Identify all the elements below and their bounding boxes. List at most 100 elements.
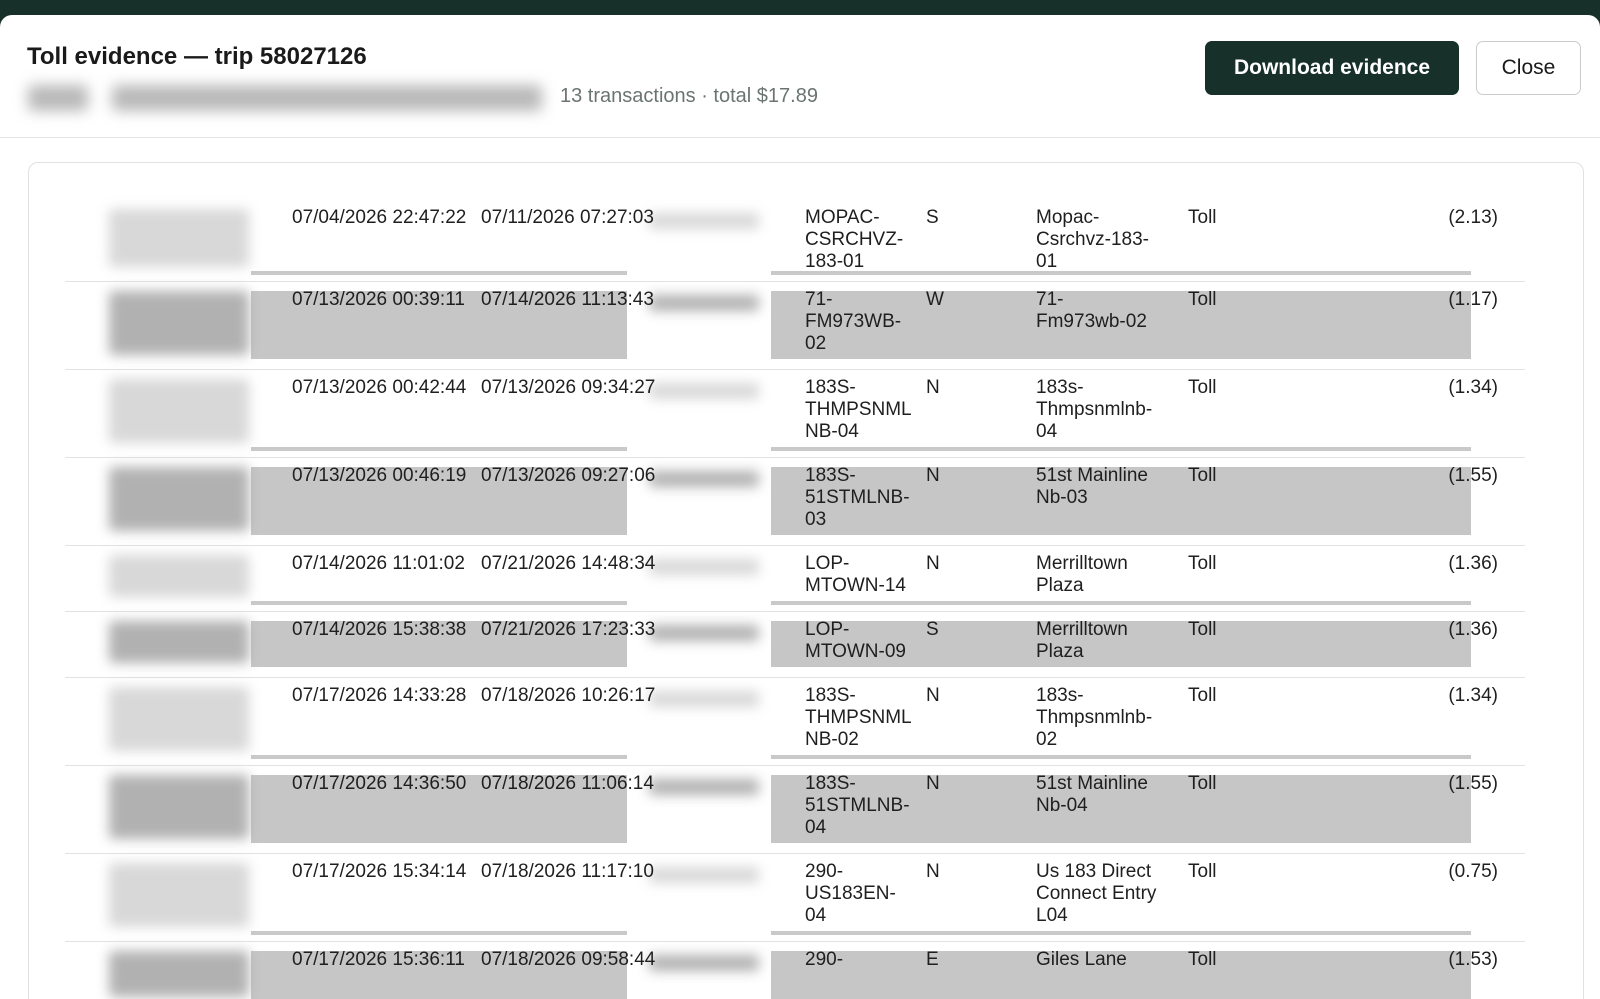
direction-cell: N <box>926 861 940 882</box>
location-cell: Us 183 Direct Connect Entry L04 <box>1036 861 1157 926</box>
entry-time-cell: 07/13/2026 00:42:44 <box>292 377 467 398</box>
amount-cell: (2.13) <box>1448 207 1498 228</box>
posted-time-cell: 07/21/2026 17:23:33 <box>481 619 656 640</box>
posted-time-cell: 07/14/2026 11:13:43 <box>481 289 654 310</box>
redacted-cell <box>649 383 759 399</box>
amount-cell: (1.55) <box>1448 773 1498 794</box>
toll-evidence-dialog: Toll evidence — trip 58027126 13 transac… <box>0 15 1600 999</box>
location-cell: 51st Mainline Nb-03 <box>1036 465 1148 508</box>
redacted-cell <box>649 625 759 641</box>
entry-time-cell: 07/04/2026 22:47:22 <box>292 207 467 228</box>
amount-cell: (1.53) <box>1448 949 1498 970</box>
posted-time-cell: 07/13/2026 09:27:06 <box>481 465 656 486</box>
direction-cell: N <box>926 773 940 794</box>
dialog-header: Toll evidence — trip 58027126 13 transac… <box>0 15 1600 138</box>
dialog-title: Toll evidence — trip 58027126 <box>27 43 367 70</box>
redacted-cell <box>109 379 249 443</box>
redacted-trip-details <box>28 85 88 111</box>
type-cell: Toll <box>1188 773 1217 794</box>
location-cell: 51st Mainline Nb-04 <box>1036 773 1148 816</box>
redacted-cell <box>649 779 759 795</box>
table-row: 07/17/2026 15:34:14 07/18/2026 11:17:10 29… <box>65 853 1525 942</box>
redacted-cell <box>109 555 249 597</box>
table-row: 07/17/2026 14:36:50 07/18/2026 11:06:14 18… <box>65 765 1525 854</box>
table-row: 07/13/2026 00:39:11 07/14/2026 11:13:43 71… <box>65 281 1525 370</box>
redacted-cell <box>109 621 249 663</box>
row-underline <box>771 447 1471 451</box>
redacted-cell <box>649 559 759 575</box>
redacted-cell <box>649 295 759 311</box>
direction-cell: N <box>926 465 940 486</box>
plaza-code-cell: 183S- 51STMLNB- 03 <box>805 465 910 530</box>
type-cell: Toll <box>1188 377 1217 398</box>
type-cell: Toll <box>1188 207 1217 228</box>
type-cell: Toll <box>1188 289 1217 310</box>
direction-cell: S <box>926 619 939 640</box>
amount-cell: (1.55) <box>1448 465 1498 486</box>
entry-time-cell: 07/17/2026 14:33:28 <box>292 685 467 706</box>
redacted-cell <box>649 955 759 971</box>
entry-time-cell: 07/17/2026 14:36:50 <box>292 773 467 794</box>
row-underline <box>251 271 627 275</box>
row-underline <box>251 601 627 605</box>
amount-cell: (1.34) <box>1448 685 1498 706</box>
posted-time-cell: 07/18/2026 11:17:10 <box>481 861 654 882</box>
direction-cell: E <box>926 949 939 970</box>
row-underline <box>771 755 1471 759</box>
type-cell: Toll <box>1188 861 1217 882</box>
plaza-code-cell: 183S- 51STMLNB- 04 <box>805 773 910 838</box>
plaza-code-cell: 290- <box>805 949 844 970</box>
row-underline <box>771 601 1471 605</box>
transactions-table: 07/04/2026 22:47:22 07/11/2026 07:27:03 MO… <box>28 162 1584 999</box>
redacted-cell <box>649 867 759 883</box>
redacted-cell <box>109 467 249 531</box>
type-cell: Toll <box>1188 949 1217 970</box>
row-underline <box>251 447 627 451</box>
location-cell: Merrilltown Plaza <box>1036 553 1128 596</box>
redacted-trip-details-2 <box>112 85 542 111</box>
redacted-cell <box>109 291 249 355</box>
redacted-cell <box>649 691 759 707</box>
plaza-code-cell: 183S- THMPSNML NB-04 <box>805 377 912 442</box>
plaza-code-cell: MOPAC- CSRCHVZ- 183-01 <box>805 207 904 272</box>
posted-time-cell: 07/13/2026 09:34:27 <box>481 377 656 398</box>
amount-cell: (1.36) <box>1448 619 1498 640</box>
type-cell: Toll <box>1188 619 1217 640</box>
type-cell: Toll <box>1188 553 1217 574</box>
posted-time-cell: 07/18/2026 09:58:44 <box>481 949 656 970</box>
entry-time-cell: 07/17/2026 15:36:11 <box>292 949 465 970</box>
redacted-cell <box>109 209 249 267</box>
entry-time-cell: 07/13/2026 00:46:19 <box>292 465 467 486</box>
transaction-summary: 13 transactions · total $17.89 <box>560 85 818 107</box>
posted-time-cell: 07/18/2026 10:26:17 <box>481 685 656 706</box>
plaza-code-cell: LOP- MTOWN-14 <box>805 553 906 596</box>
close-button[interactable]: Close <box>1476 41 1581 95</box>
direction-cell: N <box>926 685 940 706</box>
redacted-cell <box>109 863 249 927</box>
plaza-code-cell: 183S- THMPSNML NB-02 <box>805 685 912 750</box>
plaza-code-cell: 71- FM973WB- 02 <box>805 289 902 354</box>
table-row: 07/14/2026 11:01:02 07/21/2026 14:48:34 LO… <box>65 545 1525 612</box>
location-cell: 183s- Thmpsnmlnb- 02 <box>1036 685 1153 750</box>
entry-time-cell: 07/14/2026 11:01:02 <box>292 553 465 574</box>
row-underline <box>771 931 1471 935</box>
table-row: 07/13/2026 00:46:19 07/13/2026 09:27:06 18… <box>65 457 1525 546</box>
redacted-cell <box>109 775 249 839</box>
type-cell: Toll <box>1188 465 1217 486</box>
table-row: 07/14/2026 15:38:38 07/21/2026 17:23:33 LO… <box>65 611 1525 678</box>
table-row: 07/04/2026 22:47:22 07/11/2026 07:27:03 MO… <box>65 199 1525 282</box>
direction-cell: N <box>926 553 940 574</box>
posted-time-cell: 07/11/2026 07:27:03 <box>481 207 654 228</box>
download-evidence-button[interactable]: Download evidence <box>1205 41 1459 95</box>
direction-cell: W <box>926 289 944 310</box>
redacted-cell <box>109 687 249 751</box>
location-cell: Giles Lane <box>1036 949 1127 970</box>
direction-cell: S <box>926 207 939 228</box>
amount-cell: (1.17) <box>1448 289 1498 310</box>
posted-time-cell: 07/21/2026 14:48:34 <box>481 553 656 574</box>
redacted-cell <box>649 471 759 487</box>
location-cell: Mopac- Csrchvz-183- 01 <box>1036 207 1149 272</box>
amount-cell: (1.34) <box>1448 377 1498 398</box>
entry-time-cell: 07/14/2026 15:38:38 <box>292 619 467 640</box>
direction-cell: N <box>926 377 940 398</box>
